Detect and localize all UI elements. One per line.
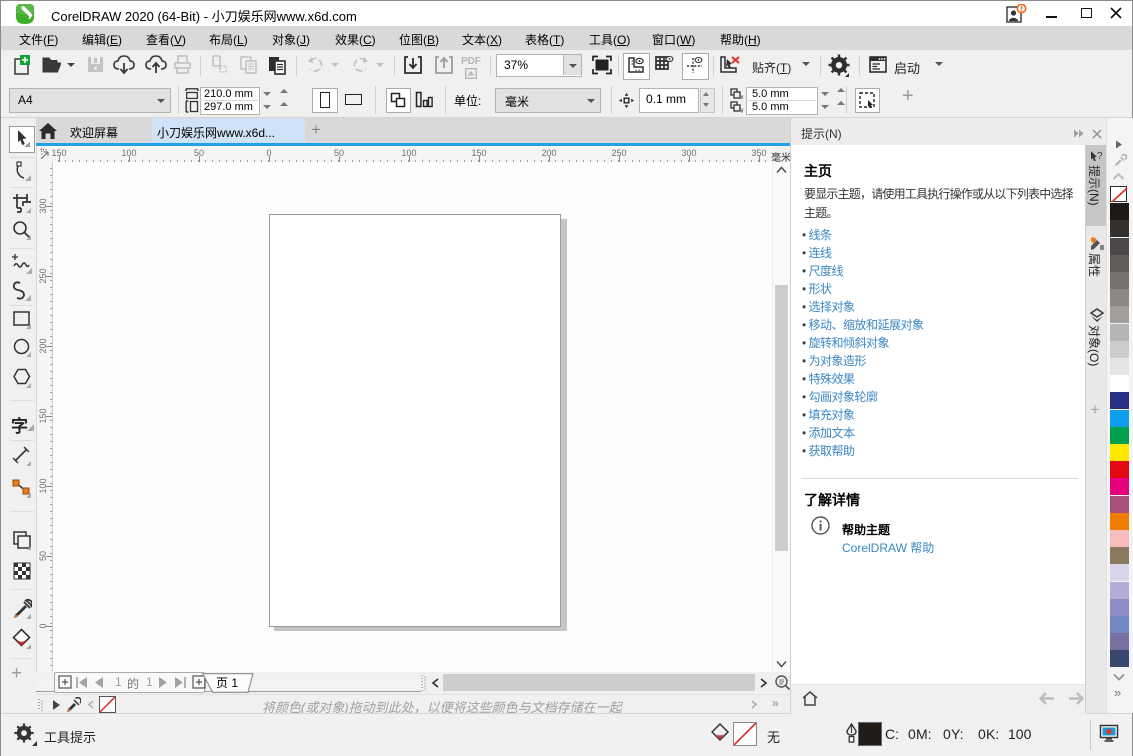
svg-text:?: ?: [1097, 151, 1103, 162]
svg-text:y: y: [741, 108, 744, 113]
svg-text:x: x: [741, 95, 744, 100]
